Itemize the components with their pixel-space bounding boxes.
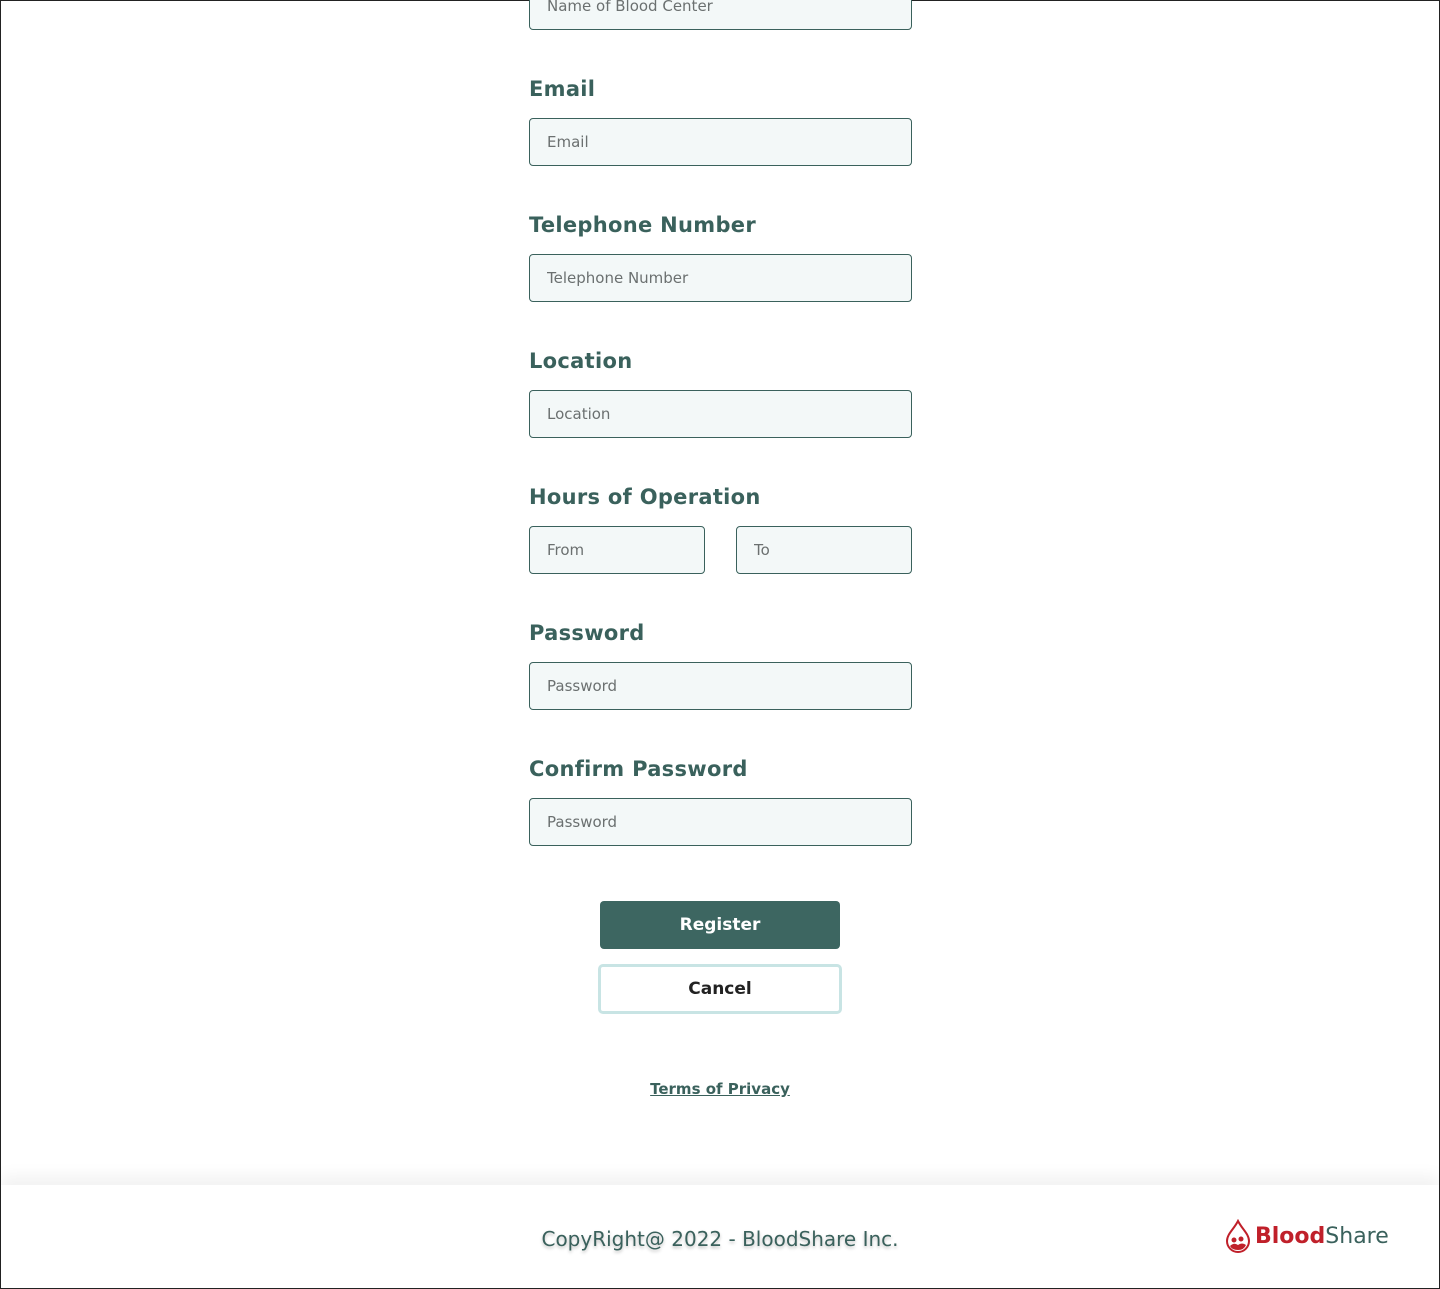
- cancel-button[interactable]: Cancel: [598, 964, 842, 1014]
- register-button[interactable]: Register: [600, 901, 840, 949]
- email-label: Email: [529, 77, 596, 101]
- bloodshare-logo[interactable]: BloodShare: [1225, 1219, 1389, 1253]
- confirm-password-label: Confirm Password: [529, 757, 748, 781]
- hours-to-input[interactable]: [736, 526, 912, 574]
- logo-share-text: Share: [1325, 1223, 1389, 1249]
- copyright-text: CopyRight@ 2022 - BloodShare Inc.: [541, 1227, 899, 1251]
- location-label: Location: [529, 349, 633, 373]
- password-input[interactable]: [529, 662, 912, 710]
- email-input[interactable]: [529, 118, 912, 166]
- logo-blood-text: Blood: [1255, 1223, 1326, 1249]
- hours-from-input[interactable]: [529, 526, 705, 574]
- hours-label: Hours of Operation: [529, 485, 761, 509]
- password-label: Password: [529, 621, 645, 645]
- telephone-input[interactable]: [529, 254, 912, 302]
- confirm-password-input[interactable]: [529, 798, 912, 846]
- blood-center-name-input[interactable]: [529, 0, 912, 30]
- location-input[interactable]: [529, 390, 912, 438]
- blood-drop-icon: [1225, 1219, 1251, 1253]
- telephone-label: Telephone Number: [529, 213, 756, 237]
- terms-container: Terms of Privacy: [0, 1079, 1440, 1098]
- terms-of-privacy-link[interactable]: Terms of Privacy: [650, 1080, 790, 1098]
- footer: CopyRight@ 2022 - BloodShare Inc. BloodS…: [1, 1185, 1439, 1288]
